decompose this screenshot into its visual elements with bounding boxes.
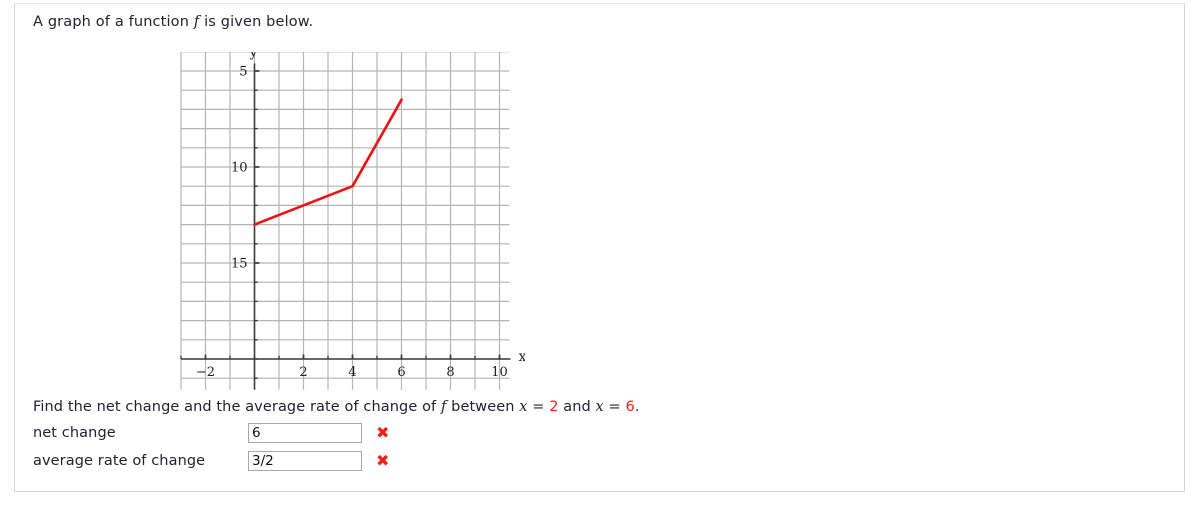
average-rate-incorrect-icon: ✖	[376, 451, 390, 470]
find-instruction: Find the net change and the average rate…	[33, 399, 640, 415]
tick-labels: −2 2 4 6 8 10 15 10 5	[196, 65, 508, 381]
y-tick-label: 15	[231, 257, 248, 272]
answer-row-average-rate: average rate of change ✖	[33, 448, 389, 474]
variable-x-second: x	[595, 399, 604, 415]
axis-titles: xy	[249, 52, 525, 365]
answer-row-net-change: net change ✖	[33, 420, 389, 446]
question-card: A graph of a function f is given below. …	[14, 3, 1185, 492]
prompt-statement: A graph of a function f is given below.	[33, 14, 313, 30]
y-axis-title: y	[249, 52, 258, 60]
average-rate-of-change-input[interactable]	[248, 451, 362, 471]
find-text-2: between	[446, 399, 520, 415]
and-connector: and	[558, 399, 596, 415]
net-change-label: net change	[33, 425, 116, 441]
x-value-first: 2	[549, 399, 559, 415]
sentence-period: .	[634, 399, 640, 415]
prompt-text-after: is given below.	[199, 14, 314, 30]
x-tick-label: 4	[348, 365, 356, 380]
y-tick-label: 5	[239, 65, 247, 80]
equals-first: =	[527, 399, 550, 415]
x-tick-label: 10	[491, 365, 508, 380]
find-text-1: Find the net change and the average rate…	[33, 399, 441, 415]
function-graph: −2 2 4 6 8 10 15 10 5 xy	[165, 52, 525, 397]
page-root: A graph of a function f is given below. …	[0, 0, 1200, 518]
equals-second: =	[603, 399, 626, 415]
y-tick-label: 10	[231, 161, 248, 176]
net-change-input[interactable]	[248, 423, 362, 443]
variable-x-first: x	[519, 399, 528, 415]
x-axis-title: x	[519, 349, 525, 365]
x-tick-label: −2	[196, 365, 215, 380]
x-tick-label: 6	[397, 365, 405, 380]
graph-svg: −2 2 4 6 8 1015105 xy	[180, 52, 525, 390]
average-rate-of-change-label: average rate of change	[33, 453, 206, 469]
net-change-incorrect-icon: ✖	[376, 423, 390, 442]
x-value-second: 6	[625, 399, 635, 415]
x-tick-label: 8	[446, 365, 454, 380]
grid-lines	[180, 52, 510, 390]
prompt-text-before: A graph of a function	[33, 14, 194, 30]
x-tick-label: 2	[299, 365, 307, 380]
answer-rows: net change ✖ average rate of change ✖	[33, 420, 389, 476]
